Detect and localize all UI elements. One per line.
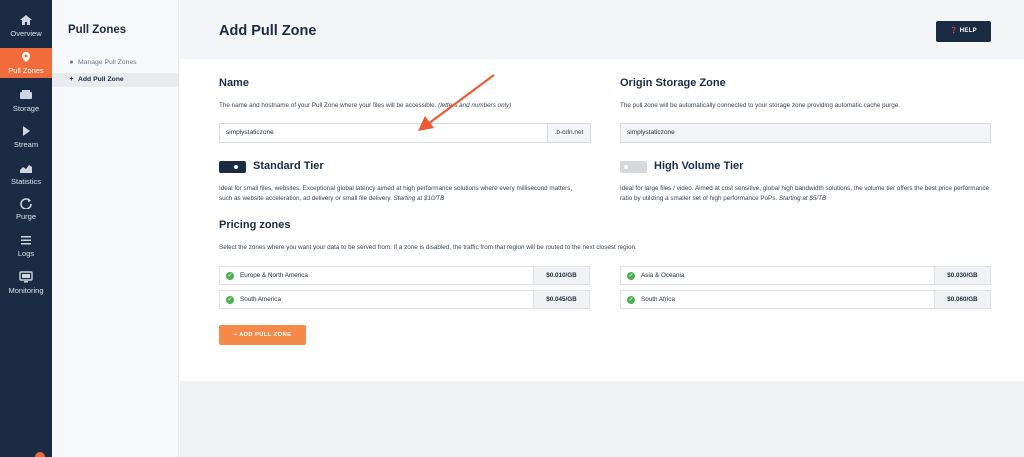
main-nav: Overview Pull Zones Storage Stream Stati…	[0, 0, 52, 457]
plus-icon: +	[69, 76, 74, 83]
help-icon: ❓	[950, 28, 958, 34]
nav-item-label: Purge	[15, 212, 36, 221]
page-header: Add Pull Zone ❓ HELP	[180, 0, 1024, 59]
pricing-heading: Pricing zones	[219, 219, 291, 231]
pricing-description: Select the zones where you want your dat…	[219, 244, 637, 251]
standard-tier-title: Standard Tier	[253, 160, 324, 172]
pull-zones-sidebar: Pull Zones ● Manage Pull Zones + Add Pull …	[52, 0, 179, 457]
footer-area	[180, 381, 1024, 457]
sidebar-item-manage-pull-zones[interactable]: ● Manage Pull Zones	[52, 56, 179, 70]
name-description-hint: (letters and numbers only)	[438, 102, 512, 109]
monitor-icon	[19, 271, 33, 283]
sidebar-item-label: Add Pull Zone	[78, 76, 124, 83]
map-pin-icon: ●	[69, 59, 74, 66]
app-window: Overview Pull Zones Storage Stream Stati…	[0, 0, 1024, 457]
nav-item-purge[interactable]: Purge	[0, 197, 52, 233]
nav-item-storage[interactable]: Storage	[0, 89, 52, 125]
list-icon	[21, 236, 31, 245]
sidebar-title: Pull Zones	[68, 24, 127, 36]
origin-storage-zone-select[interactable]: simplystaticzone	[620, 123, 991, 143]
standard-tier-description: Ideal for small files, websites. Excepti…	[219, 184, 574, 204]
nav-item-monitoring[interactable]: Monitoring	[0, 271, 52, 307]
check-icon: ✓	[627, 272, 635, 280]
nav-item-label: Stream	[13, 140, 39, 149]
pricing-zone-asia-oceania[interactable]: ✓ Asia & Oceania $0.030/GB	[620, 266, 991, 285]
zone-price: $0.045/GB	[533, 291, 589, 308]
home-icon	[20, 15, 32, 25]
zone-name: Asia & Oceania	[641, 272, 685, 279]
zone-price: $0.030/GB	[934, 267, 990, 284]
origin-description: The pull zone will be automatically conn…	[620, 102, 901, 109]
bar-chart-icon	[20, 165, 32, 173]
nav-item-logs[interactable]: Logs	[0, 234, 52, 270]
nav-item-pull-zones[interactable]: Pull Zones	[0, 48, 52, 78]
map-pin-icon	[22, 52, 30, 62]
zone-name: South Africa	[641, 296, 675, 303]
pricing-zone-south-america[interactable]: ✓ South America $0.045/GB	[219, 290, 590, 309]
name-description: The name and hostname of your Pull Zone …	[219, 101, 599, 111]
pricing-zone-south-africa[interactable]: ✓ South Africa $0.060/GB	[620, 290, 991, 309]
zone-price: $0.060/GB	[934, 291, 990, 308]
help-button[interactable]: ❓ HELP	[936, 21, 991, 42]
nav-item-label: Logs	[17, 249, 35, 258]
refresh-icon	[20, 198, 32, 209]
hostname-suffix: .b-cdn.net	[547, 123, 591, 143]
nav-item-label: Storage	[12, 104, 40, 113]
name-description-text: The name and hostname of your Pull Zone …	[219, 102, 437, 109]
volume-tier-price-note: Starting at $5/TB	[778, 195, 827, 202]
check-icon: ✓	[627, 296, 635, 304]
nav-item-label: Statistics	[10, 177, 41, 186]
page-title: Add Pull Zone	[219, 23, 317, 39]
pricing-zone-europe-north-america[interactable]: ✓ Europe & North America $0.010/GB	[219, 266, 590, 285]
zone-name: Europe & North America	[240, 272, 308, 279]
notification-dot[interactable]	[35, 452, 45, 457]
nav-item-label: Monitoring	[8, 286, 44, 295]
standard-tier-price-note: Starting at $10/TB	[393, 195, 445, 202]
main-content: Add Pull Zone ❓ HELP Name The name and h…	[180, 0, 1024, 457]
nav-item-label: Overview	[10, 29, 42, 38]
zone-price: $0.010/GB	[533, 267, 589, 284]
name-heading: Name	[219, 77, 249, 89]
standard-tier-toggle[interactable]	[219, 161, 246, 173]
nav-item-label: Pull Zones	[8, 66, 44, 75]
check-icon: ✓	[226, 296, 234, 304]
nav-item-stream[interactable]: Stream	[0, 125, 52, 161]
play-icon	[23, 126, 30, 136]
help-label: HELP	[959, 28, 977, 34]
check-icon: ✓	[226, 272, 234, 280]
nav-item-statistics[interactable]: Statistics	[0, 162, 52, 198]
origin-heading: Origin Storage Zone	[620, 77, 726, 89]
nav-item-overview[interactable]: Overview	[0, 14, 52, 50]
sidebar-item-add-pull-zone[interactable]: + Add Pull Zone	[52, 73, 179, 87]
pull-zone-name-input[interactable]: simplystaticzone	[219, 123, 548, 143]
sidebar-item-label: Manage Pull Zones	[78, 59, 137, 66]
storage-icon	[20, 90, 32, 99]
volume-tier-description: Ideal for large files / video. Aimed at …	[620, 184, 992, 204]
volume-tier-title: High Volume Tier	[654, 160, 744, 172]
add-pull-zone-button[interactable]: + ADD PULL ZONE	[219, 325, 306, 345]
zone-name: South America	[240, 296, 281, 303]
volume-tier-toggle[interactable]	[620, 161, 647, 173]
